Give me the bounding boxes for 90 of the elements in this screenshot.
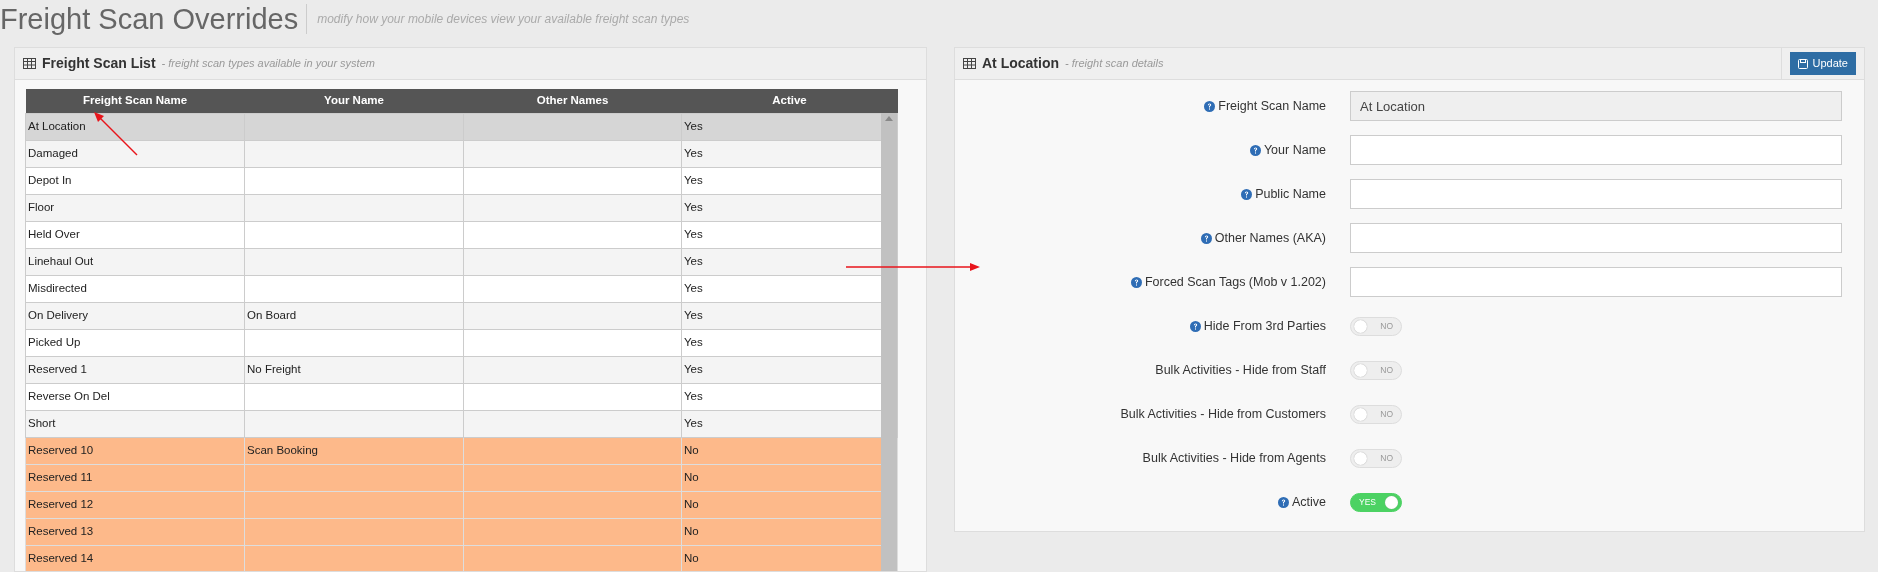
table-cell: Yes bbox=[684, 146, 703, 159]
table-row[interactable]: Reserved 1 No Freight Yes bbox=[25, 356, 898, 383]
field-label: Bulk Activities - Hide from Customers bbox=[1120, 405, 1326, 423]
table-cell: Scan Booking bbox=[247, 443, 318, 456]
table-row[interactable]: Reserved 14 No bbox=[25, 545, 898, 571]
table-cell: Held Over bbox=[28, 227, 80, 240]
table-row[interactable]: Reserved 11 No bbox=[25, 464, 898, 491]
table-cell: Picked Up bbox=[28, 335, 81, 348]
table-cell: Yes bbox=[684, 362, 703, 375]
table-row[interactable]: Reserved 12 No bbox=[25, 491, 898, 518]
table-cell: Yes bbox=[684, 254, 703, 267]
table-cell: Yes bbox=[684, 308, 703, 321]
column-header: Freight Scan Name bbox=[25, 89, 245, 113]
help-icon[interactable] bbox=[1189, 320, 1201, 332]
table-cell: Yes bbox=[684, 173, 703, 186]
table-cell: Yes bbox=[684, 389, 703, 402]
column-header: Other Names bbox=[463, 89, 682, 113]
column-header: Your Name bbox=[244, 89, 464, 113]
table-cell: On Board bbox=[247, 308, 297, 321]
table-cell: At Location bbox=[28, 119, 86, 132]
text-field[interactable] bbox=[1350, 223, 1842, 253]
table-row[interactable]: Picked Up Yes bbox=[25, 329, 898, 356]
table-row[interactable]: Damaged Yes bbox=[25, 140, 898, 167]
table-row[interactable]: Reserved 13 No bbox=[25, 518, 898, 545]
table-cell: No bbox=[684, 551, 699, 564]
table-cell: No bbox=[684, 497, 699, 510]
field-label: Your Name bbox=[1263, 141, 1326, 159]
field-label: Bulk Activities - Hide from Staff bbox=[1155, 361, 1326, 379]
table-cell: Misdirected bbox=[28, 281, 87, 294]
panel-title: Freight Scan List bbox=[42, 54, 156, 73]
table-icon bbox=[23, 58, 36, 69]
field-label: Other Names (AKA) bbox=[1214, 229, 1326, 247]
text-field[interactable] bbox=[1350, 135, 1842, 165]
field-label: Hide From 3rd Parties bbox=[1203, 317, 1326, 335]
table-cell: Reserved 1 bbox=[28, 362, 87, 375]
table-cell: Short bbox=[28, 416, 56, 429]
text-field[interactable] bbox=[1350, 179, 1842, 209]
table-cell: Linehaul Out bbox=[28, 254, 94, 267]
table-row[interactable]: Held Over Yes bbox=[25, 221, 898, 248]
help-icon[interactable] bbox=[1249, 144, 1261, 156]
panel-subtitle: - freight scan types available in your system bbox=[161, 56, 375, 72]
help-icon[interactable] bbox=[1200, 232, 1212, 244]
field-label: Forced Scan Tags (Mob v 1.202) bbox=[1144, 273, 1326, 291]
save-icon bbox=[1797, 58, 1808, 69]
table-row[interactable]: Reserved 10 Scan Booking No bbox=[25, 437, 898, 464]
panel-title: At Location bbox=[982, 54, 1059, 73]
help-icon[interactable] bbox=[1241, 188, 1253, 200]
table-row[interactable]: Reverse On Del Yes bbox=[25, 383, 898, 410]
help-icon[interactable] bbox=[1277, 496, 1289, 508]
table-row[interactable]: Linehaul Out Yes bbox=[25, 248, 898, 275]
page-title: Freight Scan Overrides bbox=[0, 4, 308, 34]
field-label: Freight Scan Name bbox=[1218, 97, 1326, 115]
scrollbar[interactable] bbox=[881, 113, 897, 571]
table-cell: On Delivery bbox=[28, 308, 89, 321]
field-label: Active bbox=[1291, 493, 1326, 511]
column-header: Active bbox=[681, 89, 898, 113]
table-cell: No bbox=[684, 470, 699, 483]
table-cell: Yes bbox=[684, 416, 703, 429]
table-row[interactable]: On Delivery On Board Yes bbox=[25, 302, 898, 329]
table-row[interactable]: Floor Yes bbox=[25, 194, 898, 221]
help-icon[interactable] bbox=[1130, 276, 1142, 288]
update-button[interactable]: Update bbox=[1789, 52, 1856, 75]
table-cell: No bbox=[684, 524, 699, 537]
table-row[interactable]: At Location Yes bbox=[25, 113, 898, 140]
table-row[interactable]: Misdirected Yes bbox=[25, 275, 898, 302]
table-cell: Yes bbox=[684, 119, 703, 132]
table-cell: Reserved 11 bbox=[28, 470, 93, 483]
table-cell: Reserved 14 bbox=[28, 551, 94, 564]
panel-subtitle: - freight scan details bbox=[1065, 56, 1164, 72]
table-cell: No bbox=[684, 443, 699, 456]
text-field[interactable] bbox=[1350, 267, 1842, 297]
table-row[interactable]: Depot In Yes bbox=[25, 167, 898, 194]
table-cell: Yes bbox=[684, 227, 703, 240]
table-cell: Yes bbox=[684, 281, 703, 294]
table-cell: Yes bbox=[684, 335, 703, 348]
table-row[interactable]: Short Yes bbox=[25, 410, 898, 437]
table-cell: Damaged bbox=[28, 146, 78, 159]
table-icon bbox=[963, 58, 976, 69]
table-cell: Floor bbox=[28, 200, 55, 213]
field-label: Public Name bbox=[1255, 185, 1326, 203]
annotation-arrow bbox=[92, 110, 140, 158]
table-cell: Yes bbox=[684, 200, 703, 213]
table-cell: Reserved 12 bbox=[28, 497, 94, 510]
table-cell: Reserved 13 bbox=[28, 524, 94, 537]
table-cell: Reserved 10 bbox=[28, 443, 94, 456]
table-cell: Depot In bbox=[28, 173, 72, 186]
field-label: Bulk Activities - Hide from Agents bbox=[1142, 449, 1326, 467]
page-subtitle: modify how your mobile devices view your available freight scan types bbox=[317, 11, 690, 28]
table-cell: Reverse On Del bbox=[28, 389, 110, 402]
table-cell: No Freight bbox=[247, 362, 301, 375]
